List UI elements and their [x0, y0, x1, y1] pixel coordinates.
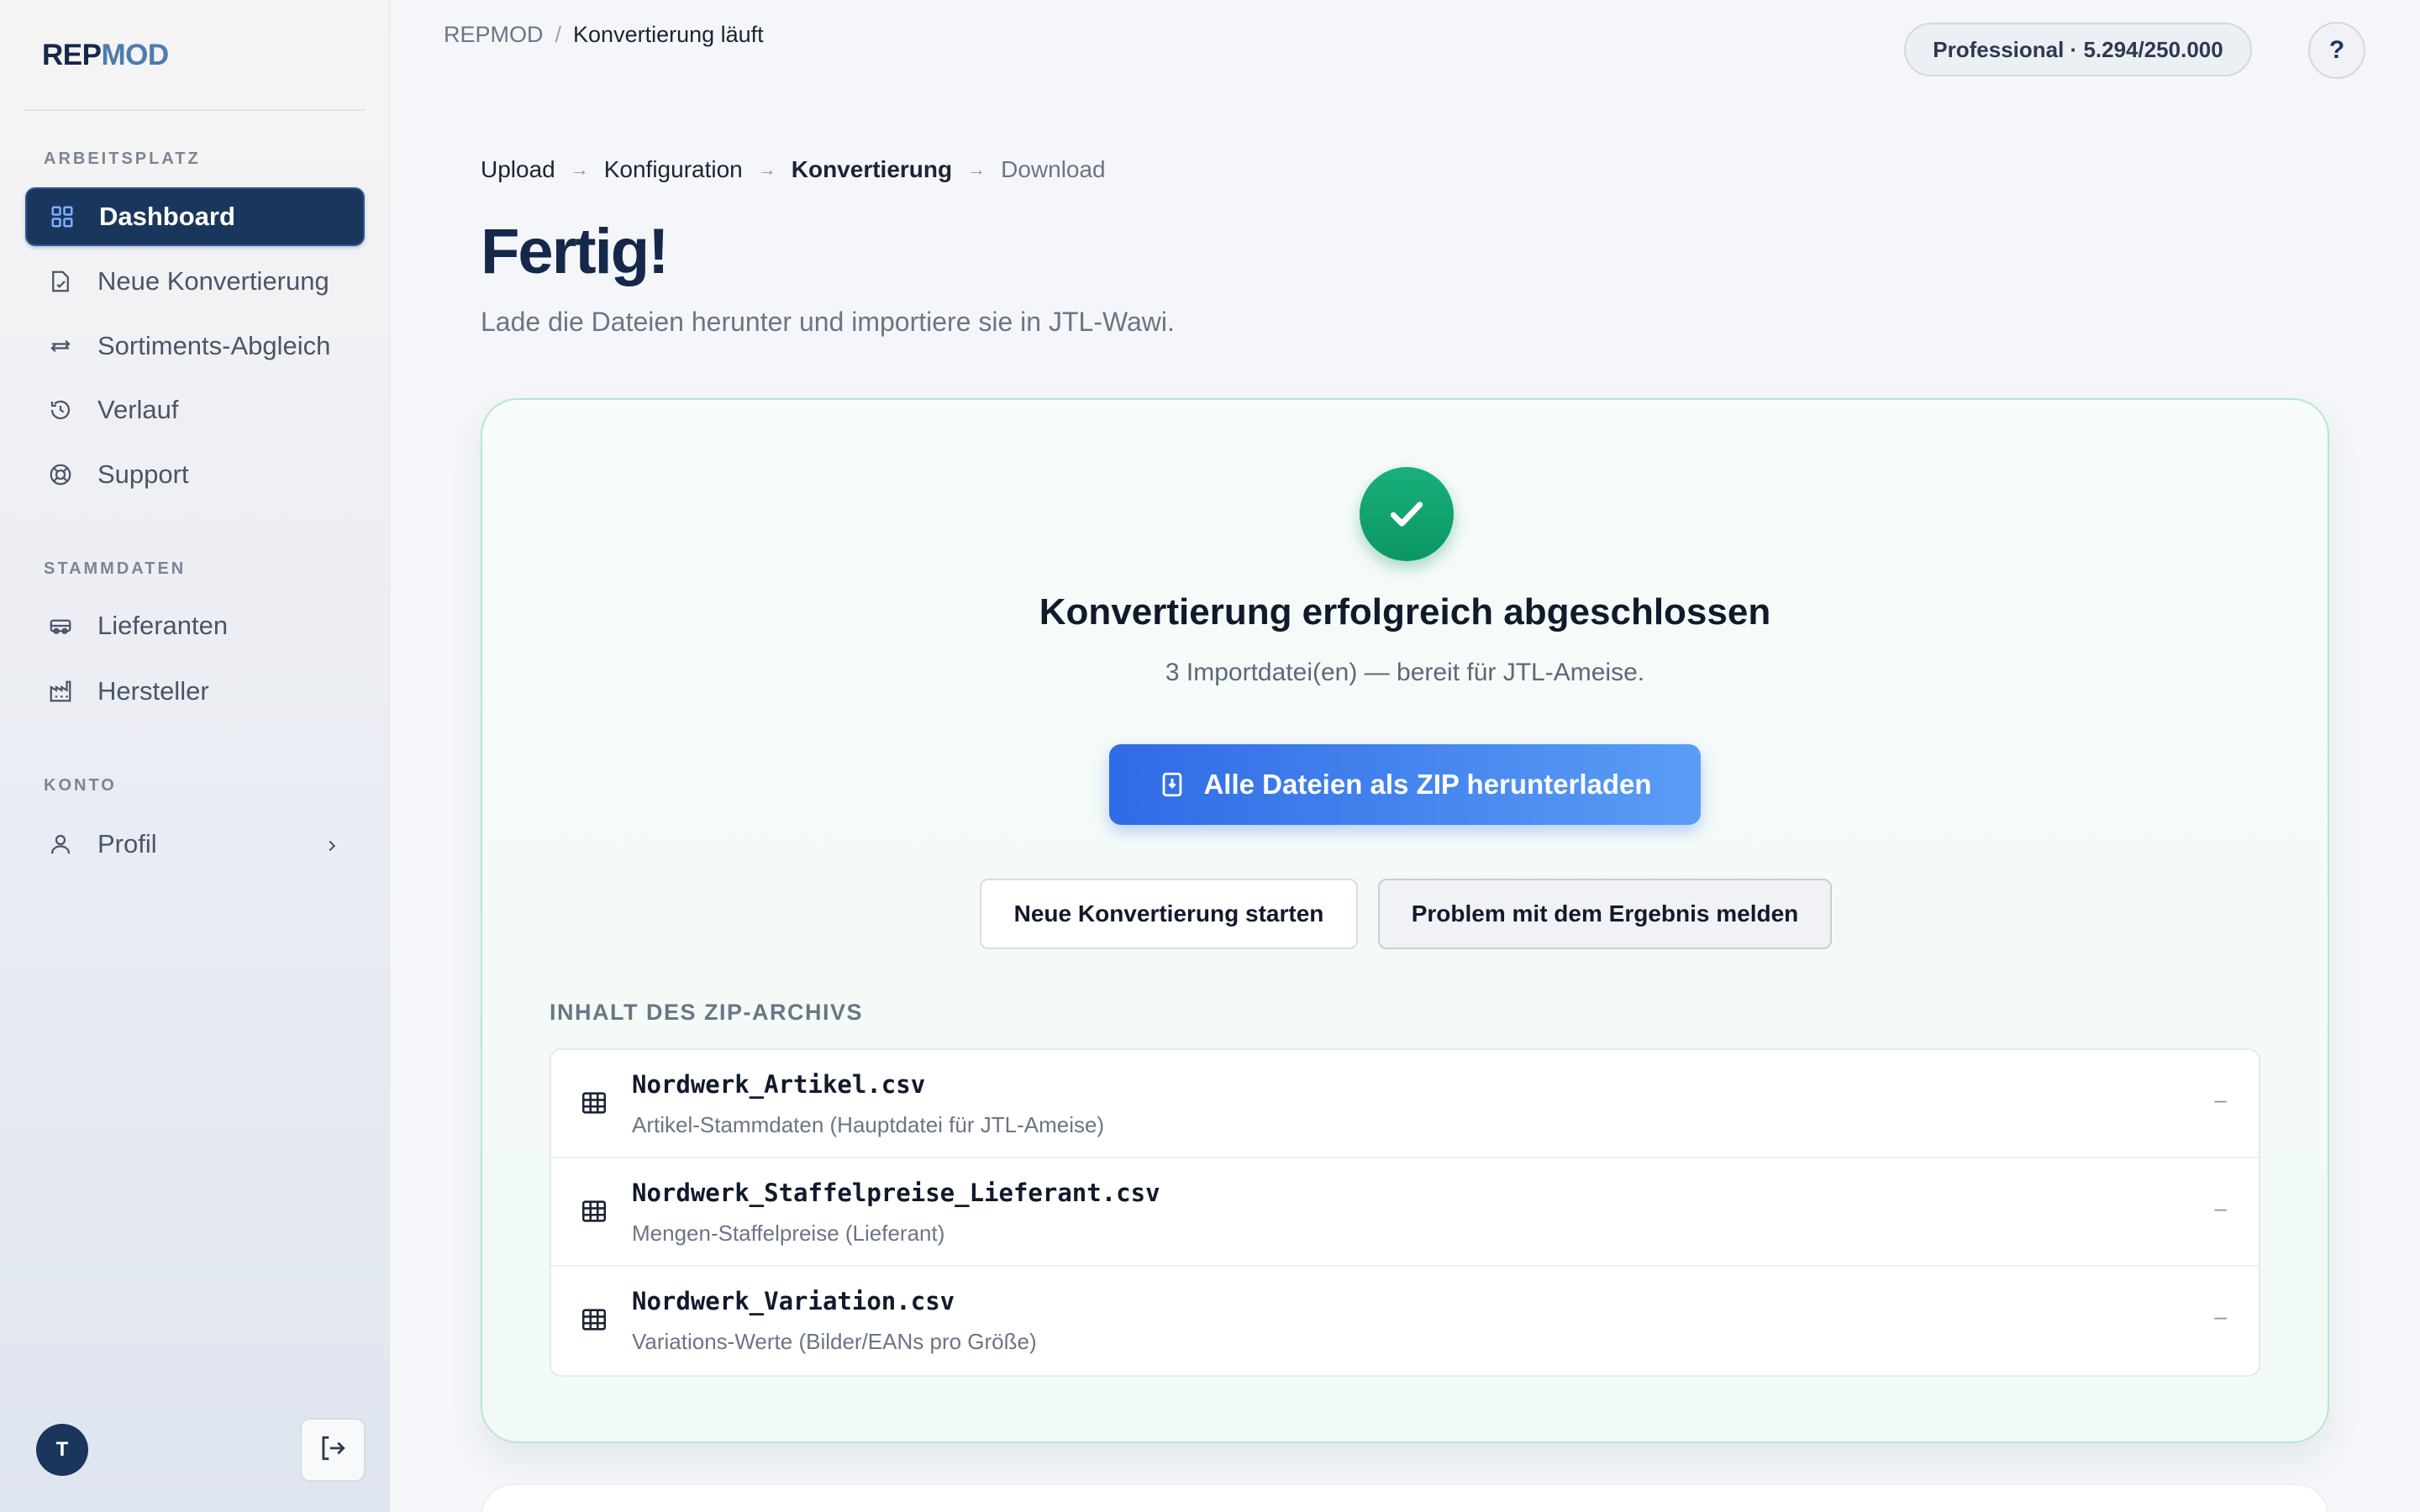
- download-zip-button[interactable]: Alle Dateien als ZIP herunterladen: [1109, 744, 1701, 825]
- success-title: Konvertierung erfolgreich abgeschlossen: [1039, 591, 1771, 633]
- sidebar-item-label: Neue Konvertierung: [97, 266, 329, 296]
- step-download: Download: [1001, 156, 1106, 182]
- history-icon: [47, 396, 74, 423]
- section-label-arbeitsplatz: ARBEITSPLATZ: [44, 150, 201, 168]
- list-item[interactable]: Nordwerk_Artikel.csv Artikel-Stammdaten …: [551, 1050, 2259, 1158]
- arrow-right-icon: →: [967, 159, 986, 180]
- sidebar-divider: [24, 109, 365, 111]
- sidebar: REPMOD ARBEITSPLATZ Dashboard Neue Konve…: [0, 0, 390, 1512]
- success-check-icon: [1360, 467, 1454, 561]
- sidebar-item-label: Dashboard: [99, 202, 235, 231]
- sidebar-item-dashboard[interactable]: Dashboard: [25, 187, 365, 246]
- step-konvertierung: Konvertierung: [791, 156, 953, 182]
- sidebar-item-label: Support: [97, 459, 189, 489]
- sidebar-item-profil[interactable]: Profil: [25, 815, 365, 874]
- step-upload: Upload: [481, 156, 555, 182]
- brand-logo-part1: REP: [42, 39, 102, 71]
- truck-icon: [47, 612, 74, 639]
- logout-button[interactable]: [300, 1418, 366, 1482]
- report-problem-button[interactable]: Problem mit dem Ergebnis melden: [1378, 879, 1832, 949]
- arrow-right-icon: →: [757, 159, 776, 180]
- brand-logo[interactable]: REPMOD: [42, 39, 169, 72]
- zip-contents-label: INHALT DES ZIP-ARCHIVS: [550, 1000, 864, 1025]
- sidebar-item-label: Verlauf: [97, 395, 179, 424]
- logout-icon: [317, 1432, 349, 1468]
- list-item[interactable]: Nordwerk_Staffelpreise_Lieferant.csv Men…: [551, 1158, 2259, 1267]
- breadcrumb-root[interactable]: REPMOD: [444, 22, 544, 47]
- new-conversion-button[interactable]: Neue Konvertierung starten: [980, 879, 1358, 949]
- breadcrumb: REPMOD / Konvertierung läuft: [444, 22, 764, 48]
- grid-icon: [49, 203, 76, 230]
- sidebar-item-label: Lieferanten: [97, 611, 229, 640]
- table-icon: [580, 1197, 608, 1230]
- step-konfiguration: Konfiguration: [603, 156, 743, 182]
- file-list: Nordwerk_Artikel.csv Artikel-Stammdaten …: [550, 1048, 2260, 1377]
- arrows-left-right-icon: [47, 333, 74, 360]
- sidebar-item-sortiments-abgleich[interactable]: Sortiments-Abgleich: [25, 317, 365, 375]
- sidebar-divider: [24, 1383, 365, 1385]
- download-zip-label: Alle Dateien als ZIP herunterladen: [1203, 769, 1652, 800]
- lifebuoy-icon: [47, 461, 74, 488]
- user-icon: [47, 831, 74, 858]
- file-size: –: [2214, 1195, 2227, 1221]
- factory-icon: [47, 678, 74, 705]
- plan-usage-badge[interactable]: Professional · 5.294/250.000: [1904, 23, 2252, 76]
- page-subtitle: Lade die Dateien herunter und importiere…: [481, 307, 1175, 337]
- sidebar-item-label: Hersteller: [97, 676, 209, 706]
- table-icon: [580, 1089, 608, 1121]
- file-description: Mengen-Staffelpreise (Lieferant): [632, 1221, 945, 1246]
- sidebar-item-hersteller[interactable]: Hersteller: [25, 662, 365, 721]
- download-icon: [1158, 770, 1186, 799]
- brand-logo-part2: MOD: [101, 39, 169, 71]
- file-size: –: [2214, 1304, 2227, 1329]
- file-description: Artikel-Stammdaten (Hauptdatei für JTL-A…: [632, 1112, 1105, 1137]
- list-item[interactable]: Nordwerk_Variation.csv Variations-Werte …: [551, 1267, 2259, 1375]
- file-name: Nordwerk_Variation.csv: [632, 1287, 955, 1315]
- next-card: [481, 1483, 2329, 1512]
- sidebar-item-verlauf[interactable]: Verlauf: [25, 381, 365, 439]
- success-subtitle: 3 Importdatei(en) — bereit für JTL-Ameis…: [1165, 659, 1645, 686]
- file-name: Nordwerk_Artikel.csv: [632, 1070, 926, 1099]
- chevron-right-icon: [323, 833, 341, 864]
- sidebar-item-label: Sortiments-Abgleich: [97, 331, 331, 360]
- file-name: Nordwerk_Staffelpreise_Lieferant.csv: [632, 1179, 1160, 1207]
- section-label-konto: KONTO: [44, 776, 117, 795]
- avatar[interactable]: T: [36, 1424, 88, 1476]
- section-label-stammdaten: STAMMDATEN: [44, 559, 187, 578]
- arrow-right-icon: →: [570, 159, 589, 180]
- file-size: –: [2214, 1087, 2227, 1112]
- page-title: Fertig!: [481, 216, 669, 287]
- file-description: Variations-Werte (Bilder/EANs pro Größe): [632, 1329, 1037, 1354]
- help-button[interactable]: ?: [2308, 22, 2365, 79]
- sidebar-item-neue-konvertierung[interactable]: Neue Konvertierung: [25, 252, 365, 311]
- result-card: Konvertierung erfolgreich abgeschlossen …: [481, 398, 2329, 1443]
- file-edit-icon: [47, 268, 74, 295]
- table-icon: [580, 1305, 608, 1338]
- breadcrumb-separator: /: [555, 22, 562, 47]
- sidebar-item-lieferanten[interactable]: Lieferanten: [25, 596, 365, 655]
- sidebar-item-support[interactable]: Support: [25, 445, 365, 504]
- breadcrumb-current: Konvertierung läuft: [573, 22, 764, 47]
- progress-steps: Upload → Konfiguration → Konvertierung →…: [481, 156, 1106, 183]
- sidebar-item-label: Profil: [97, 829, 157, 858]
